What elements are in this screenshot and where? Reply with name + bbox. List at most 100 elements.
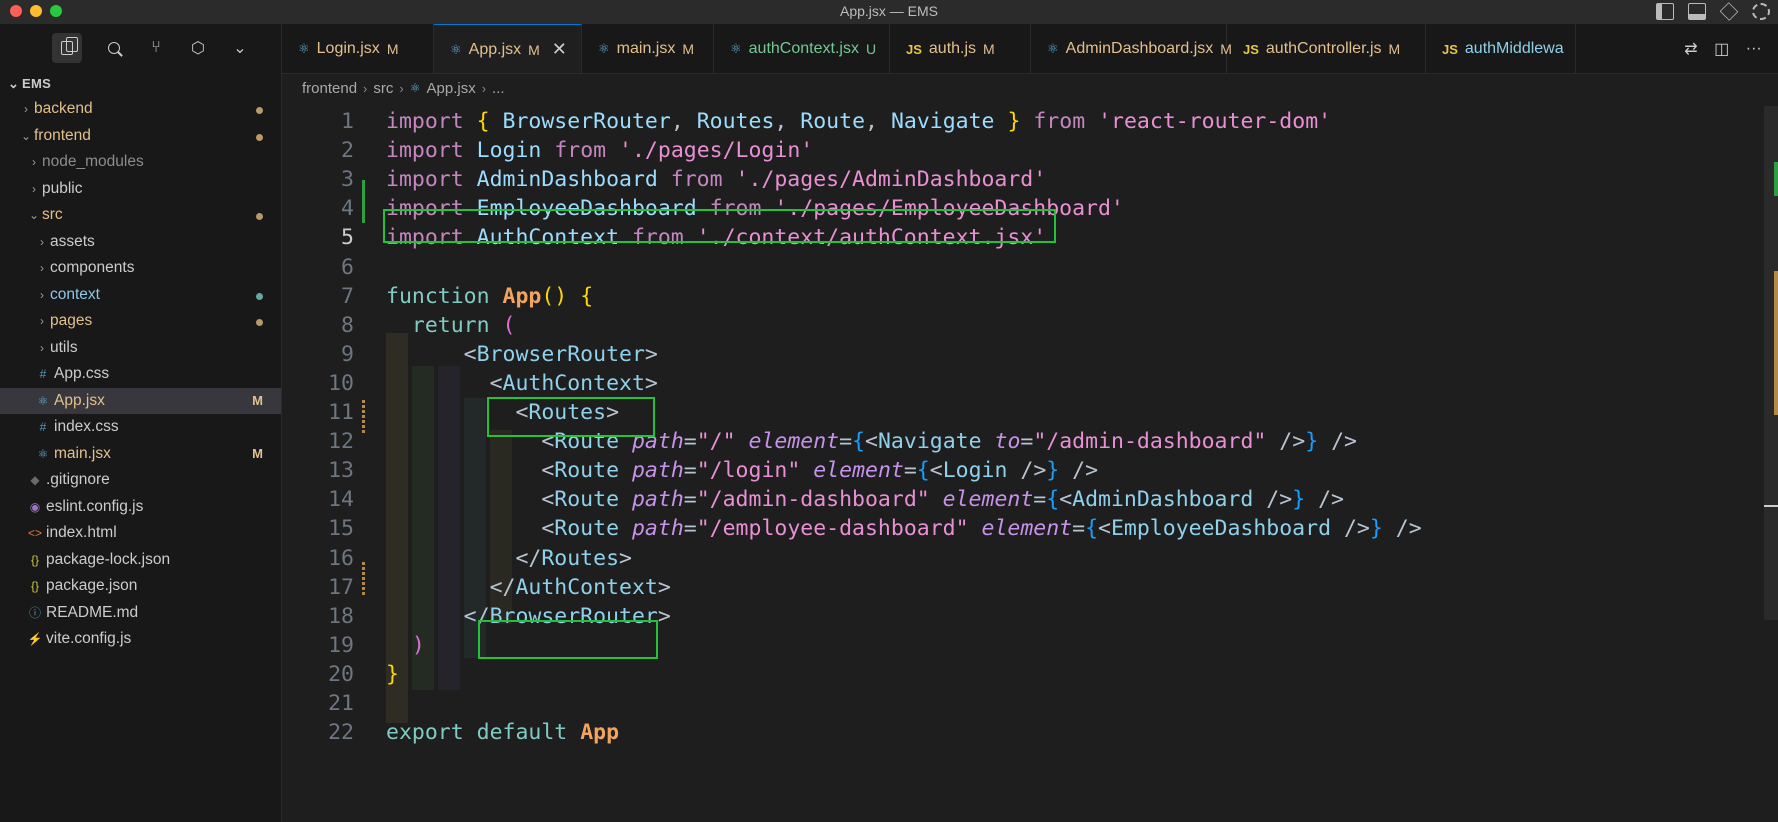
extension-cube-icon[interactable] bbox=[1719, 2, 1739, 21]
code-token: import bbox=[386, 225, 464, 251]
tree-item-package-json[interactable]: {} package.json bbox=[0, 573, 281, 600]
search-icon[interactable] bbox=[104, 38, 124, 58]
code-line[interactable]: 13 <Route path="/login" element={<Login … bbox=[282, 455, 1778, 488]
eslint-file-icon: ◉ bbox=[29, 499, 41, 514]
code-line[interactable]: 22 export default App bbox=[282, 717, 1778, 750]
tree-item-app-jsx[interactable]: ⚛ App.jsx M bbox=[0, 387, 281, 414]
chevron-down-icon[interactable]: ⌄ bbox=[230, 38, 250, 58]
code-token: from bbox=[554, 138, 607, 164]
code-token: } bbox=[386, 661, 399, 687]
tree-item-app-css[interactable]: # App.css bbox=[0, 361, 281, 388]
split-editor-icon[interactable]: ◫ bbox=[1714, 39, 1729, 59]
code-line[interactable]: 10 <AuthContext> bbox=[282, 368, 1778, 401]
tree-item-package-lock-json[interactable]: {} package-lock.json bbox=[0, 547, 281, 574]
toggle-panel-icon[interactable] bbox=[1688, 3, 1706, 20]
tree-item-index-css[interactable]: # index.css bbox=[0, 414, 281, 441]
code-line[interactable]: 12 <Route path="/" element={<Navigate to… bbox=[282, 426, 1778, 459]
code-token: < bbox=[541, 429, 555, 455]
line-number: 2 bbox=[341, 138, 354, 164]
git-modified-badge: M bbox=[252, 445, 263, 461]
line-number: 16 bbox=[328, 545, 354, 571]
react-file-icon: ⚛ bbox=[409, 81, 421, 95]
code-token: './pages/EmployeeDashboard' bbox=[774, 196, 1124, 222]
tab-main-jsx[interactable]: ⚛ main.jsx M bbox=[582, 24, 714, 73]
code-line[interactable]: 21 bbox=[282, 688, 1778, 721]
tree-item-pages[interactable]: › pages bbox=[0, 308, 281, 335]
title-bar: App.jsx — EMS bbox=[0, 0, 1778, 24]
tab-login-jsx[interactable]: ⚛ Login.jsx M bbox=[282, 24, 434, 73]
code-line[interactable]: 15 <Route path="/employee-dashboard" ele… bbox=[282, 513, 1778, 546]
tab-authcontroller-js[interactable]: JS authController.js M bbox=[1227, 24, 1426, 73]
open-changes-icon[interactable]: ⇄ bbox=[1684, 39, 1697, 59]
breadcrumb-item-file[interactable]: App.jsx bbox=[427, 80, 476, 97]
editor-scrollbar[interactable] bbox=[1762, 106, 1778, 822]
code-token: { bbox=[1046, 487, 1060, 513]
source-control-icon[interactable]: ⑂ bbox=[146, 38, 166, 58]
tree-item-node-modules[interactable]: › node_modules bbox=[0, 149, 281, 176]
tab-git-status: M bbox=[386, 41, 399, 57]
code-line[interactable]: 4 import EmployeeDashboard from './pages/… bbox=[282, 193, 1778, 226]
tree-item-public[interactable]: › public bbox=[0, 176, 281, 203]
tab-admindashboard-jsx[interactable]: ⚛ AdminDashboard.jsx M bbox=[1031, 24, 1232, 73]
tree-item-main-jsx[interactable]: ⚛ main.jsx M bbox=[0, 441, 281, 468]
line-number: 8 bbox=[341, 312, 354, 338]
tree-item-gitignore[interactable]: ◆ .gitignore bbox=[0, 467, 281, 494]
git-status-dot bbox=[256, 213, 263, 220]
code-token: return bbox=[411, 312, 490, 338]
code-line[interactable]: 2 import Login from './pages/Login' bbox=[282, 135, 1778, 168]
more-actions-icon[interactable]: ··· bbox=[1746, 40, 1762, 58]
extensions-cube-icon[interactable]: ⬡ bbox=[188, 38, 208, 58]
git-status-dot bbox=[256, 292, 263, 300]
tree-item-utils[interactable]: › utils bbox=[0, 335, 281, 362]
tree-item-frontend[interactable]: ⌄ frontend bbox=[0, 123, 281, 150]
code-line[interactable]: 20} bbox=[282, 659, 1778, 692]
line-source: </BrowserRouter> bbox=[386, 601, 671, 634]
code-token: /> bbox=[1305, 487, 1344, 513]
code-line[interactable]: 3 import AdminDashboard from './pages/Adm… bbox=[282, 164, 1778, 197]
breadcrumb-item-frontend[interactable]: frontend bbox=[302, 80, 357, 97]
tree-item-assets[interactable]: › assets bbox=[0, 229, 281, 256]
close-tab-icon[interactable]: ✕ bbox=[552, 39, 567, 60]
breadcrumb-item-symbols[interactable]: ... bbox=[492, 80, 505, 97]
code-line[interactable]: 17 </AuthContext> bbox=[282, 572, 1778, 605]
scrollbar-cursor-marker bbox=[1764, 505, 1778, 507]
tab-label: AdminDashboard.jsx bbox=[1065, 40, 1214, 57]
tab-authcontext-jsx[interactable]: ⚛ authContext.jsx U bbox=[714, 24, 890, 73]
code-token: , bbox=[774, 109, 788, 134]
tree-item-index-html[interactable]: <> index.html bbox=[0, 520, 281, 547]
tree-item-backend[interactable]: › backend bbox=[0, 96, 281, 123]
tree-item-vite-config-js[interactable]: ⚡ vite.config.js bbox=[0, 626, 281, 653]
code-token: </ bbox=[515, 545, 542, 571]
code-line[interactable]: 1 import { BrowserRouter, Routes, Route, … bbox=[282, 106, 1778, 139]
code-line[interactable]: 18 </BrowserRouter> bbox=[282, 601, 1778, 634]
code-line[interactable]: 19 ) bbox=[282, 630, 1778, 663]
code-line[interactable]: 6 bbox=[282, 252, 1778, 285]
settings-gear-icon[interactable] bbox=[1752, 3, 1770, 20]
code-line[interactable]: 5 import AuthContext from './context/auth… bbox=[282, 222, 1778, 255]
code-line[interactable]: 9 <BrowserRouter> bbox=[282, 339, 1778, 372]
tab-authmiddlewa[interactable]: JS authMiddlewa bbox=[1426, 24, 1576, 73]
code-token: /> bbox=[1266, 429, 1306, 455]
code-line[interactable]: 7 function App() { bbox=[282, 281, 1778, 314]
tree-item-readme-md[interactable]: ⓘ README.md bbox=[0, 600, 281, 627]
breadcrumb-item-src[interactable]: src bbox=[373, 80, 393, 97]
tree-item-context[interactable]: › context bbox=[0, 282, 281, 309]
code-editor[interactable]: 1 import { BrowserRouter, Routes, Route, … bbox=[282, 106, 1778, 822]
code-line[interactable]: 11 <Routes> bbox=[282, 397, 1778, 430]
code-token: < bbox=[865, 429, 878, 455]
code-token: element bbox=[942, 487, 1034, 513]
explorer-files-icon[interactable] bbox=[52, 33, 82, 63]
explorer-root-folder[interactable]: ⌄ EMS bbox=[0, 72, 281, 96]
toggle-primary-sidebar-icon[interactable] bbox=[1656, 3, 1674, 20]
code-token: } bbox=[1305, 429, 1319, 455]
line-number: 10 bbox=[328, 370, 354, 396]
code-line[interactable]: 8 return ( bbox=[282, 310, 1778, 343]
tree-item-components[interactable]: › components bbox=[0, 255, 281, 282]
code-token: = bbox=[1072, 516, 1086, 542]
tree-item-src[interactable]: ⌄ src bbox=[0, 202, 281, 229]
code-line[interactable]: 14 <Route path="/admin-dashboard" elemen… bbox=[282, 484, 1778, 517]
tab-app-jsx[interactable]: ⚛ App.jsx M ✕ bbox=[434, 24, 582, 73]
code-line[interactable]: 16 </Routes> bbox=[282, 543, 1778, 576]
tab-auth-js[interactable]: JS auth.js M bbox=[890, 24, 1031, 73]
tree-item-eslint-config-js[interactable]: ◉ eslint.config.js bbox=[0, 494, 281, 521]
